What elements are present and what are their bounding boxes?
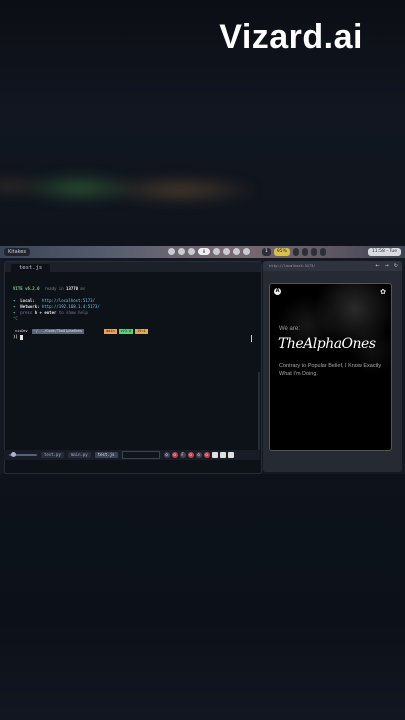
network-label: Network: <box>20 304 40 309</box>
square-icon[interactable] <box>227 452 234 458</box>
workspace-dot[interactable] <box>168 248 175 255</box>
grid-icon[interactable] <box>219 452 226 458</box>
interrupt-line: ^C <box>13 316 18 321</box>
network-url[interactable]: http://192.168.1.4:5173/ <box>42 304 100 309</box>
desktop-top-panel: Kitakes 8 1 95% 11:58 - Tue <box>0 246 405 258</box>
tray-indicator[interactable] <box>310 248 317 256</box>
terminal-window[interactable]: test.js VITE v6.2.0 ready in 13770 ms ➜ … <box>4 261 262 474</box>
dock-icons: o o F o o o <box>163 452 234 458</box>
tray-indicator[interactable] <box>319 248 326 256</box>
local-label: Local: <box>20 298 35 303</box>
terminal-scrollbar[interactable] <box>258 372 260 460</box>
ms-unit: ms <box>80 286 86 291</box>
volume-slider[interactable] <box>9 452 37 457</box>
hero-title: TheAlphaOnes <box>278 336 376 352</box>
terminal-tab-bar: test.js <box>5 262 261 272</box>
app-launcher-label[interactable]: Kitakes <box>4 248 31 256</box>
app-icon[interactable]: F <box>179 452 186 458</box>
workspace-dot-active[interactable]: 8 <box>198 248 210 255</box>
address-bar[interactable]: http://localhost:5173/ <box>269 264 315 268</box>
site-logo-icon[interactable]: A <box>274 288 281 295</box>
ready-ms: 13770 <box>66 286 79 291</box>
hero-tagline: Contrary to Popular Belief, I Know Exact… <box>279 363 382 377</box>
prompt-git-branch: main <box>104 328 117 334</box>
app-icon[interactable]: o <box>203 452 210 458</box>
workspace-dot[interactable] <box>223 248 230 255</box>
mascot-icon[interactable]: ✿ <box>379 288 387 296</box>
clock[interactable]: 11:58 - Tue <box>367 248 401 256</box>
help-key: h + enter <box>34 310 57 315</box>
file-tab-test-js[interactable]: test.js <box>94 452 118 458</box>
ready-text: ready in <box>44 286 64 291</box>
terminal-output: VITE v6.2.0 ready in 13770 ms ➜ Local: h… <box>13 286 257 340</box>
file-tab-test-py[interactable]: test.py <box>41 452 64 458</box>
command-line[interactable]: )) <box>13 334 257 340</box>
app-icon[interactable]: o <box>195 452 202 458</box>
prompt-arrows: )) <box>13 334 18 339</box>
prompt-time: 19:4 <box>135 328 148 334</box>
app-icon[interactable]: o <box>187 452 194 458</box>
editor-bottom-bar: test.py main.py test.js o o F o o o <box>4 450 260 460</box>
browser-controls: ← → ↻ <box>375 263 398 269</box>
video-background-bottom <box>0 474 405 720</box>
system-tray: 1 95% <box>262 248 326 256</box>
battery-indicator[interactable]: 95% <box>273 248 290 256</box>
web-page-preview: A ✿ We are: TheAlphaOnes Contrary to Pop… <box>269 283 392 451</box>
blurred-background-lights <box>0 160 405 220</box>
forward-icon[interactable]: → <box>385 263 389 269</box>
tray-indicator[interactable] <box>301 248 308 256</box>
tab-test-js[interactable]: test.js <box>11 264 51 272</box>
back-icon[interactable]: ← <box>375 263 379 269</box>
workspace-switcher: 8 <box>168 248 250 255</box>
text-cursor <box>19 334 23 340</box>
prompt-path: ~/.../Code/TheAlphaOnes <box>31 328 85 334</box>
prompt-node-version: v23.8 <box>118 328 134 334</box>
command-input[interactable] <box>121 451 160 459</box>
file-tab-main-py[interactable]: main.py <box>67 452 91 458</box>
workspace-dot[interactable] <box>243 248 250 255</box>
vite-version: v6.2.0 <box>25 286 40 291</box>
vite-name: VITE <box>13 286 23 291</box>
tray-indicator[interactable]: 1 <box>262 248 271 256</box>
workspace-dot[interactable] <box>233 248 240 255</box>
record-icon[interactable] <box>211 452 218 458</box>
desktop-screen: Kitakes 8 1 95% 11:58 - Tue test.js VITE… <box>0 246 405 474</box>
reload-icon[interactable]: ↻ <box>394 263 398 269</box>
browser-toolbar: http://localhost:5173/ ← → ↻ <box>263 261 402 271</box>
mouse-ibeam-cursor <box>251 335 252 342</box>
workspace-dot[interactable] <box>178 248 185 255</box>
prompt-user: visDev <box>15 328 28 333</box>
app-icon[interactable]: o <box>163 452 170 458</box>
hero-kicker: We are: <box>279 326 300 332</box>
app-icon[interactable]: o <box>171 452 178 458</box>
browser-window[interactable]: http://localhost:5173/ ← → ↻ A ✿ We are:… <box>263 261 402 472</box>
watermark-brand: Vizard.ai <box>219 18 363 56</box>
local-url[interactable]: http://localhost:5173/ <box>42 298 95 303</box>
volume-slider-knob[interactable] <box>11 452 16 457</box>
workspace-dot[interactable] <box>213 248 220 255</box>
workspace-dot[interactable] <box>188 248 195 255</box>
help-suffix: to show help <box>58 310 88 315</box>
help-prefix: press <box>20 310 33 315</box>
tray-indicator[interactable] <box>292 248 299 256</box>
